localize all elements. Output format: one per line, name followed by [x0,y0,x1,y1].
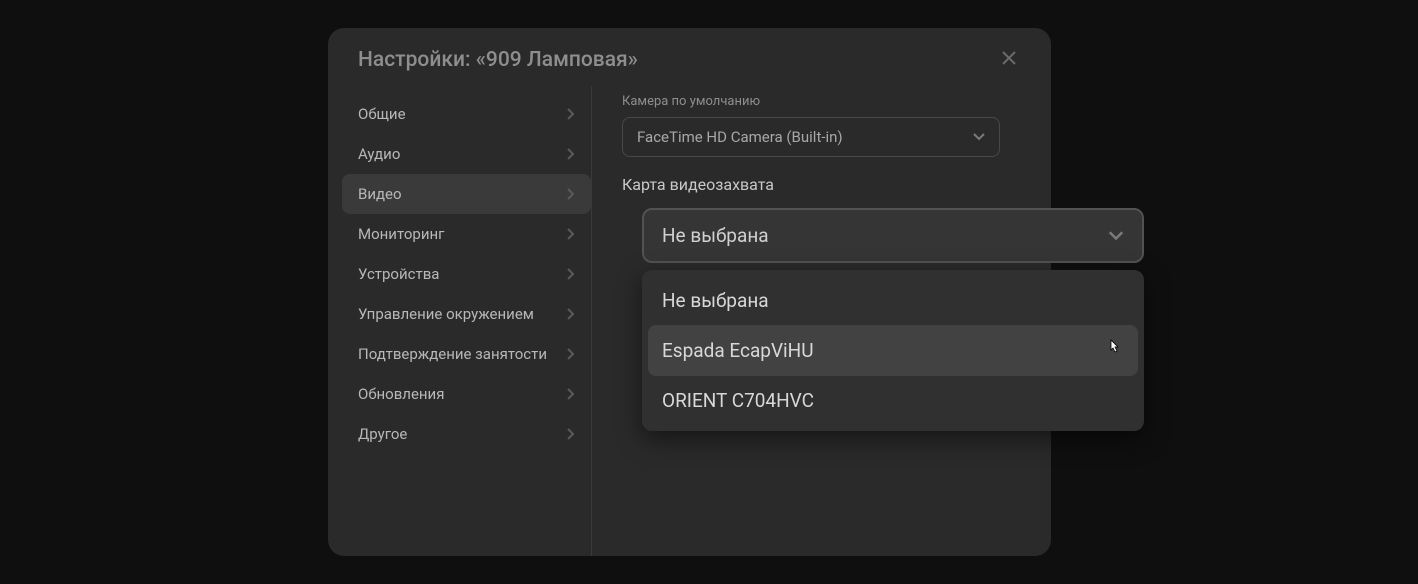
chevron-right-icon [567,308,575,320]
chevron-down-icon [973,133,985,141]
dropdown-option-espada[interactable]: Espada EcapViHU [648,325,1138,376]
sidebar-item-other[interactable]: Другое [342,414,591,454]
sidebar-item-occupancy[interactable]: Подтверждение занятости [342,334,591,374]
settings-sidebar: Общие Аудио Видео Мониторинг [342,86,592,556]
chevron-right-icon [567,108,575,120]
chevron-down-icon [1108,231,1124,241]
sidebar-item-environment[interactable]: Управление окружением [342,294,591,334]
sidebar-item-label: Подтверждение занятости [358,345,547,363]
sidebar-item-label: Видео [358,185,402,203]
sidebar-item-video[interactable]: Видео [342,174,591,214]
modal-header: Настройки: «909 Ламповая» [328,28,1051,86]
chevron-right-icon [567,268,575,280]
chevron-right-icon [567,388,575,400]
dropdown-option-orient[interactable]: ORIENT C704HVC [648,376,1138,425]
sidebar-item-label: Устройства [358,265,439,283]
sidebar-item-updates[interactable]: Обновления [342,374,591,414]
dropdown-option-none[interactable]: Не выбрана [648,276,1138,325]
sidebar-item-label: Мониторинг [358,225,444,243]
close-icon [1001,50,1017,70]
chevron-right-icon [567,148,575,160]
close-button[interactable] [997,48,1021,72]
chevron-right-icon [567,348,575,360]
sidebar-item-label: Обновления [358,385,444,403]
capture-select[interactable]: Не выбрана [642,208,1144,263]
camera-label: Камера по умолчанию [622,94,1037,109]
chevron-right-icon [567,188,575,200]
camera-select[interactable]: FaceTime HD Camera (Built-in) [622,117,1000,157]
camera-select-value: FaceTime HD Camera (Built-in) [637,128,843,146]
capture-dropdown: Не выбрана Espada EcapViHU ORIENT C704HV… [642,270,1144,431]
sidebar-item-label: Аудио [358,145,400,163]
sidebar-item-label: Другое [358,425,407,443]
modal-title: Настройки: «909 Ламповая» [358,48,638,72]
sidebar-item-audio[interactable]: Аудио [342,134,591,174]
sidebar-item-label: Управление окружением [358,305,534,323]
chevron-right-icon [567,428,575,440]
capture-select-value: Не выбрана [662,224,769,247]
sidebar-item-monitoring[interactable]: Мониторинг [342,214,591,254]
chevron-right-icon [567,228,575,240]
sidebar-item-label: Общие [358,105,406,123]
dropdown-option-label: Не выбрана [662,289,769,312]
sidebar-item-general[interactable]: Общие [342,94,591,134]
cursor-pointer-icon [1106,338,1124,363]
capture-label: Карта видеозахвата [622,175,1037,194]
sidebar-item-devices[interactable]: Устройства [342,254,591,294]
dropdown-option-label: ORIENT C704HVC [662,389,814,412]
dropdown-option-label: Espada EcapViHU [662,339,814,362]
